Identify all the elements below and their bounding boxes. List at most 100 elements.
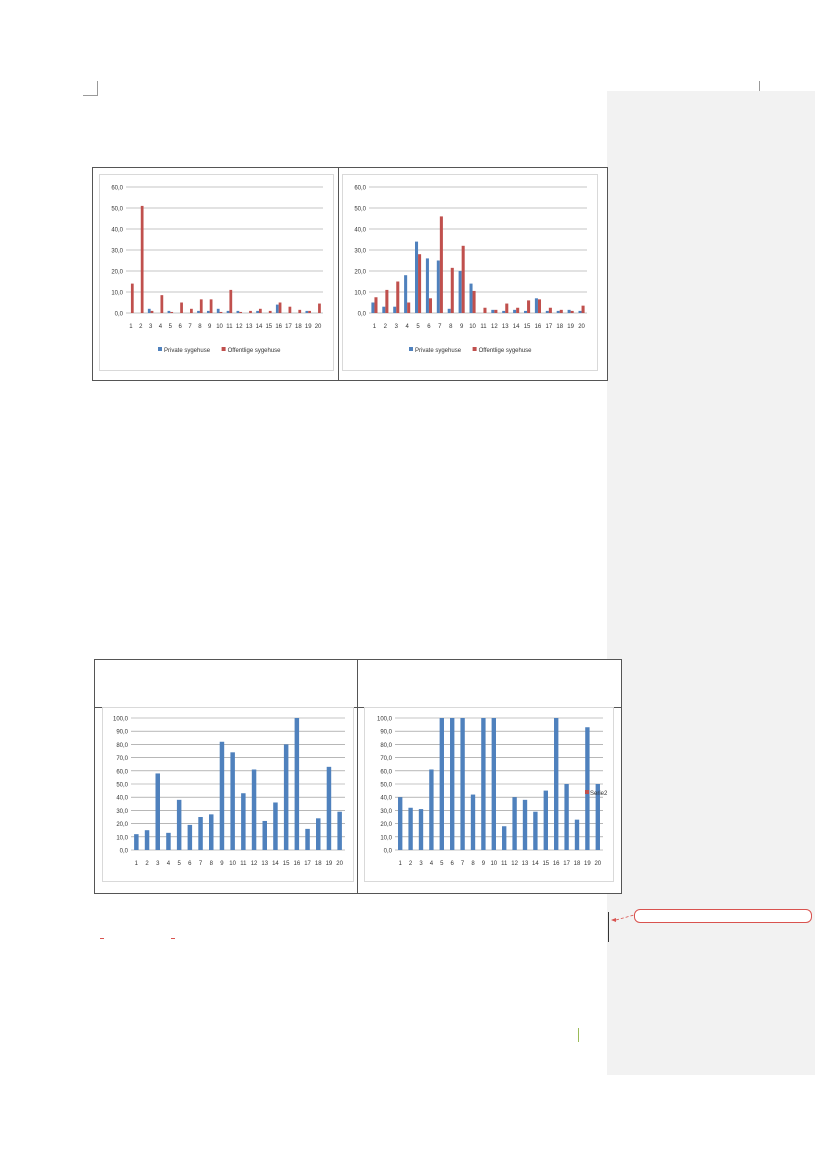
y-tick-label: 0,0 [115,312,124,318]
chart-frame: 0,0 10,0 20,0 30,0 40,0 50,0 60,0 1 2 3 4 5 6 7 8 9 10 11… [342,174,598,371]
legend-label: Serie2 [590,791,608,797]
x-tick-label: 11 [240,861,247,867]
x-tick-label: 14 [272,861,279,867]
x-tick-label: 16 [535,324,542,330]
y-tick-label: 90,0 [380,730,392,736]
x-tick-label: 15 [524,324,531,330]
y-tick-label: 0,0 [120,849,129,855]
bar [294,718,300,850]
bar [450,718,455,850]
y-tick-label: 80,0 [380,743,392,749]
x-tick-label: 5 [440,861,444,867]
x-tick-label: 6 [179,324,183,330]
x-tick-label: 18 [295,324,302,330]
bar [534,298,538,313]
y-tick-label: 10,0 [116,835,128,841]
x-tick-label: 19 [567,324,574,330]
bar [262,820,267,850]
x-tick-label: 14 [513,324,520,330]
x-tick-label: 11 [480,324,487,330]
bar [288,306,292,313]
bar [460,718,465,850]
bar [461,245,465,313]
x-tick-label: 4 [159,324,163,330]
comment-connector [611,914,635,922]
x-tick-label: 7 [188,324,192,330]
y-tick-label: 80,0 [116,743,128,749]
bar [578,310,582,313]
bar [502,310,506,313]
bar [559,309,563,313]
bar [316,818,321,850]
bar [523,310,528,313]
x-tick-label: 18 [574,861,581,867]
bar [385,289,389,313]
x-tick-label: 1 [373,324,377,330]
bar [147,308,151,313]
x-tick-label: 13 [522,861,529,867]
y-tick-label: 70,0 [116,756,128,762]
bar [298,309,302,313]
y-tick-label: 50,0 [116,783,128,789]
bar [436,260,440,313]
bar [543,790,548,850]
x-tick-label: 5 [177,861,181,867]
x-tick-label: 10 [216,324,223,330]
bar [469,283,473,313]
y-tick-label: 60,0 [111,186,123,192]
bar [450,267,454,313]
chart-frame: 0,0 10,0 20,0 30,0 40,0 50,0 60,0 70,0 80,0 90,0 1… [364,707,614,882]
x-tick-label: 9 [220,861,224,867]
bar [512,797,517,850]
y-tick-label: 90,0 [116,730,128,736]
bar [258,308,262,313]
bar [209,299,213,313]
chart-frame: 0,0 10,0 20,0 30,0 40,0 50,0 60,0 70,0 80,0 90,0 1… [102,707,354,882]
bar-chart-2: 0,010,020,030,040,050,060,01 2 3 4 5 6 7 8 9 10 11… [354,186,587,354]
legend-swatch [221,347,226,351]
bar [216,308,220,313]
x-tick-label: 18 [556,324,563,330]
bar [556,310,560,313]
bar [170,311,174,313]
y-tick-label: 40,0 [116,796,128,802]
x-tick-label: 2 [145,861,149,867]
bar [458,271,462,313]
y-tick-label: 40,0 [354,228,366,234]
bar [537,299,542,313]
bar [226,310,230,313]
bar [513,309,517,313]
bar [144,830,150,850]
x-tick-label: 7 [461,861,465,867]
bar [581,305,585,313]
bar [256,310,259,313]
chart-frame: 0,0 10,0 20,0 30,0 40,0 50,0 60,0 1 2 3 4 5 6 7 8 9 10 11… [99,174,334,371]
y-tick-label: 60,0 [116,769,128,775]
x-tick-label: 12 [511,861,518,867]
x-tick-label: 20 [315,324,322,330]
x-tick-label: 17 [563,861,570,867]
bar [249,310,252,313]
bar-chart-3: 0,0 10,0 20,0 30,0 40,0 50,0 60,0 70,0 80,0 90,0 1… [113,717,345,867]
change-bar [608,912,609,942]
bar [305,310,309,313]
bar-chart-4: 0,0 10,0 20,0 30,0 40,0 50,0 60,0 70,0 80,0 90,0 1… [377,717,608,868]
legend-swatch [409,347,413,351]
y-tick-label: 60,0 [380,769,392,775]
y-tick-label: 40,0 [380,796,392,802]
bar [414,241,419,313]
bar [268,310,272,313]
comment-balloon[interactable] [634,909,812,923]
bar [494,309,498,313]
bar [439,216,443,313]
y-tick-label: 20,0 [380,822,392,828]
comment-anchor-arrow [611,918,616,922]
footer-mark [578,1028,579,1042]
bar [491,309,495,313]
x-tick-label: 11 [501,861,508,867]
y-tick-label: 30,0 [380,809,392,815]
bar [326,766,332,850]
bar [428,298,433,313]
x-tick-label: 1 [129,324,133,330]
bar [516,307,520,313]
